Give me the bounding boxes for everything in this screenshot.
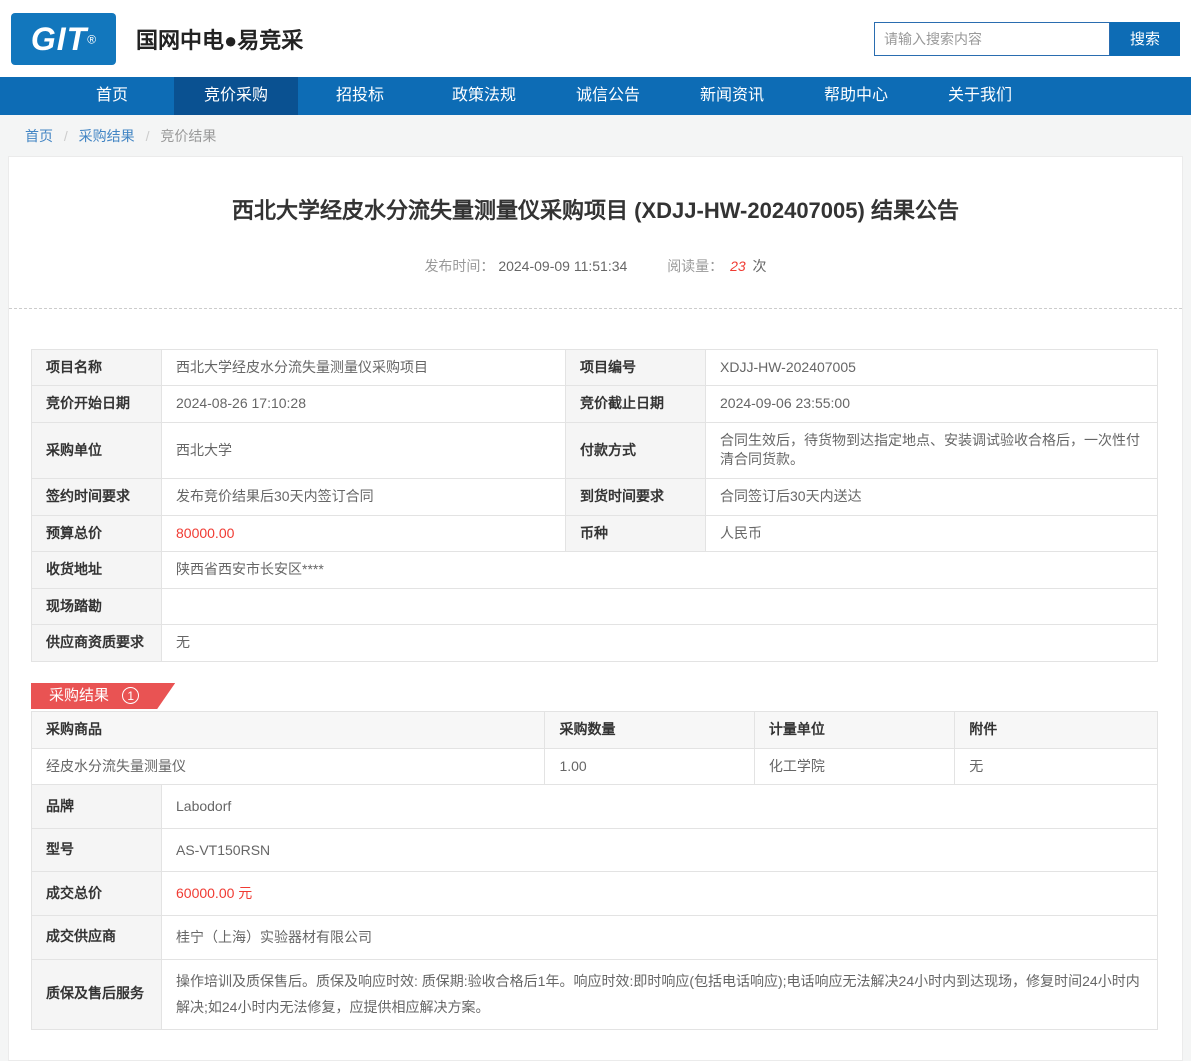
nav-item-news[interactable]: 新闻资讯 (670, 77, 794, 115)
table-row: 经皮水分流失量测量仪 1.00 化工学院 无 (30, 747, 1158, 786)
column-header: 计量单位 (753, 710, 956, 749)
breadcrumb-home[interactable]: 首页 (25, 128, 53, 144)
detail-label: 品牌 (31, 784, 162, 829)
views-unit: 次 (752, 257, 767, 274)
detail-label: 成交总价 (31, 871, 162, 916)
table-row: 供应商资质要求 无 (31, 624, 1158, 662)
info-value: 陕西省西安市长安区**** (161, 551, 1158, 589)
info-value: 2024-09-06 23:55:00 (705, 385, 1158, 423)
breadcrumb-bidding-results: 竞价结果 (160, 128, 217, 144)
table-header-row: 采购商品 采购数量 计量单位 附件 (30, 710, 1158, 749)
detail-label: 型号 (31, 827, 162, 873)
goods-table: 采购商品 采购数量 计量单位 附件 经皮水分流失量测量仪 1.00 化工学院 无 (30, 710, 1158, 786)
nav-item-tender[interactable]: 招投标 (298, 77, 422, 115)
info-value: 西北大学 (161, 421, 566, 479)
info-value: 合同签订后30天内送达 (705, 477, 1158, 516)
table-row: 收货地址 陕西省西安市长安区**** (31, 551, 1158, 589)
goods-name: 经皮水分流失量测量仪 (30, 747, 546, 786)
info-label: 币种 (565, 514, 706, 553)
breadcrumb-separator: / (145, 128, 150, 144)
publish-time-value: 2024-09-09 11:51:34 (498, 257, 628, 274)
info-value: 人民币 (705, 514, 1158, 553)
warranty-service-value: 操作培训及质保售后。质保及响应时效: 质保期:验收合格后1年。响应时效:即时响应… (161, 958, 1158, 1030)
info-label: 现场踏勘 (31, 587, 162, 626)
nav-list: 首页 竞价采购 招投标 政策法规 诚信公告 新闻资讯 帮助中心 关于我们 (0, 77, 1191, 115)
brand-value: Labodorf (161, 784, 1158, 829)
info-value: 2024-08-26 17:10:28 (161, 385, 566, 423)
search-button[interactable]: 搜索 (1110, 21, 1180, 56)
goods-unit: 化工学院 (753, 747, 956, 786)
nav-item-about-us[interactable]: 关于我们 (918, 77, 1042, 115)
table-row: 品牌 Labodorf (31, 784, 1158, 829)
deal-total-price: 60000.00 元 (161, 871, 1158, 916)
result-badge-count: 1 (122, 687, 139, 704)
info-label: 竞价开始日期 (31, 385, 162, 423)
column-header: 附件 (954, 710, 1158, 749)
top-header: GIT® 国网中电●易竞采 搜索 (0, 0, 1191, 77)
info-label: 项目编号 (565, 348, 706, 387)
info-value: 合同生效后，待货物到达指定地点、安装调试验收合格后，一次性付清合同货款。 (705, 421, 1158, 479)
info-value: 西北大学经皮水分流失量测量仪采购项目 (161, 348, 566, 387)
info-value: XDJJ-HW-202407005 (705, 348, 1158, 387)
table-row: 采购单位 西北大学 付款方式 合同生效后，待货物到达指定地点、安装调试验收合格后… (31, 421, 1158, 479)
info-label: 采购单位 (31, 421, 162, 479)
site-title: 国网中电●易竞采 (136, 27, 304, 53)
info-value: 无 (161, 624, 1158, 662)
nav-item-help-center[interactable]: 帮助中心 (794, 77, 918, 115)
detail-label: 质保及售后服务 (31, 958, 162, 1030)
goods-attachment: 无 (954, 747, 1158, 786)
main-nav: 首页 竞价采购 招投标 政策法规 诚信公告 新闻资讯 帮助中心 关于我们 (0, 77, 1191, 115)
page-title: 西北大学经皮水分流失量测量仪采购项目 (XDJJ-HW-202407005) 结… (232, 198, 959, 223)
breadcrumb-separator: / (63, 128, 68, 144)
info-label: 竞价截止日期 (565, 385, 706, 423)
breadcrumb: 首页 / 采购结果 / 竞价结果 (0, 115, 1191, 156)
info-label: 供应商资质要求 (31, 624, 162, 662)
supplier-value: 桂宁（上海）实验器材有限公司 (161, 914, 1158, 960)
breadcrumb-procurement-results[interactable]: 采购结果 (79, 128, 135, 144)
article-meta: 发布时间： 2024-09-09 11:51:34 阅读量： 23 次 (9, 256, 1182, 276)
table-row: 成交总价 60000.00 元 (31, 871, 1158, 916)
search-box: 搜索 (874, 21, 1180, 56)
project-info-table: 项目名称 西北大学经皮水分流失量测量仪采购项目 项目编号 XDJJ-HW-202… (31, 348, 1158, 662)
result-detail-table: 品牌 Labodorf 型号 AS-VT150RSN 成交总价 60000.00… (31, 784, 1158, 1030)
nav-item-integrity-notice[interactable]: 诚信公告 (546, 77, 670, 115)
table-row: 竞价开始日期 2024-08-26 17:10:28 竞价截止日期 2024-0… (31, 385, 1158, 423)
column-header: 采购数量 (544, 710, 755, 749)
table-row: 型号 AS-VT150RSN (31, 827, 1158, 873)
column-header: 采购商品 (30, 710, 546, 749)
table-row: 现场踏勘 (31, 587, 1158, 626)
info-label: 预算总价 (31, 514, 162, 553)
nav-item-policy[interactable]: 政策法规 (422, 77, 546, 115)
site-logo[interactable]: GIT® (11, 12, 116, 65)
result-badge-label: 采购结果 (49, 686, 110, 704)
result-badge: 采购结果 1 (31, 683, 175, 709)
views-label: 阅读量： (667, 257, 724, 274)
tables-wrap: 项目名称 西北大学经皮水分流失量测量仪采购项目 项目编号 XDJJ-HW-202… (9, 309, 1182, 1030)
views-count: 23 (730, 257, 746, 274)
result-section: 采购结果 1 采购商品 采购数量 计量单位 附件 经皮水分流失量测量仪 1.00… (30, 683, 1158, 1030)
publish-time-label: 发布时间： (424, 257, 495, 274)
table-row: 签约时间要求 发布竞价结果后30天内签订合同 到货时间要求 合同签订后30天内送… (31, 477, 1158, 516)
table-row: 成交供应商 桂宁（上海）实验器材有限公司 (31, 914, 1158, 960)
info-label: 付款方式 (565, 421, 706, 479)
info-label: 签约时间要求 (31, 477, 162, 516)
logo-text: GIT (30, 20, 88, 57)
info-value: 发布竞价结果后30天内签订合同 (161, 477, 566, 516)
model-value: AS-VT150RSN (161, 827, 1158, 873)
budget-total-price: 80000.00 (161, 514, 566, 553)
goods-quantity: 1.00 (544, 747, 755, 786)
info-value (161, 587, 1158, 626)
table-row: 预算总价 80000.00 币种 人民币 (31, 514, 1158, 553)
nav-item-home[interactable]: 首页 (50, 77, 174, 115)
info-label: 到货时间要求 (565, 477, 706, 516)
content-card: 西北大学经皮水分流失量测量仪采购项目 (XDJJ-HW-202407005) 结… (8, 156, 1183, 1061)
table-row: 项目名称 西北大学经皮水分流失量测量仪采购项目 项目编号 XDJJ-HW-202… (31, 348, 1158, 387)
search-input[interactable] (874, 21, 1110, 56)
registered-trademark-icon: ® (87, 32, 97, 47)
info-label: 收货地址 (31, 551, 162, 589)
info-label: 项目名称 (31, 348, 162, 387)
nav-item-bidding-purchase[interactable]: 竞价采购 (174, 77, 298, 115)
detail-label: 成交供应商 (31, 914, 162, 960)
table-row: 质保及售后服务 操作培训及质保售后。质保及响应时效: 质保期:验收合格后1年。响… (31, 958, 1158, 1030)
